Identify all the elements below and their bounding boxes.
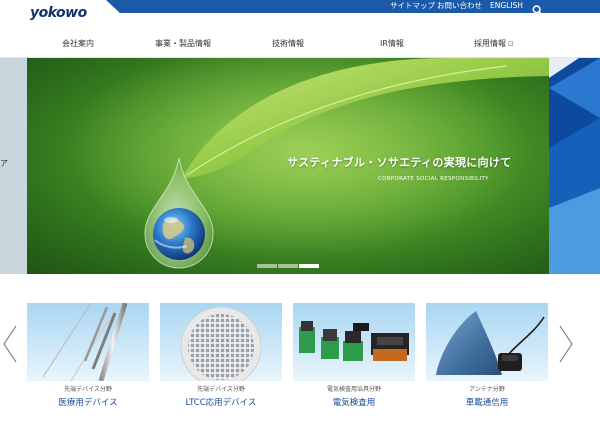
- product-image: [160, 303, 282, 381]
- nav-technology-label: 技術情報: [272, 39, 304, 48]
- english-link[interactable]: ENGLISH: [490, 0, 523, 13]
- carousel-dot-1[interactable]: [257, 264, 277, 268]
- logo[interactable]: yokowo: [30, 5, 87, 21]
- prev-slide-peek[interactable]: ア: [0, 58, 27, 274]
- shark-fin-antenna-image: [426, 303, 548, 381]
- nav-business-products-label: 事業・製品情報: [155, 39, 211, 48]
- nav-technology[interactable]: 技術情報: [272, 38, 304, 49]
- product-name[interactable]: 医療用デバイス: [27, 396, 149, 408]
- product-image: [293, 303, 415, 381]
- product-name[interactable]: 電気検査用: [293, 396, 415, 408]
- chevron-left-icon: [3, 325, 17, 363]
- contact-link[interactable]: お問い合わせ: [437, 0, 482, 13]
- next-products-button[interactable]: [558, 324, 574, 364]
- nav-company[interactable]: 会社案内: [62, 38, 94, 49]
- product-category: 先端デバイス分野: [197, 386, 245, 393]
- product-image: [426, 303, 548, 381]
- sitemap-link[interactable]: サイトマップ: [390, 0, 435, 13]
- chevron-right-icon: [559, 325, 573, 363]
- product-card-ltcc[interactable]: 先端デバイス分野 LTCC応用デバイス: [160, 303, 282, 408]
- hero-subtitle: CORPORATE SOCIAL RESPONSIBILITY: [378, 176, 489, 182]
- next-slide-peek[interactable]: [549, 58, 600, 274]
- nav-company-label: 会社案内: [62, 39, 94, 48]
- carousel-dot-2[interactable]: [278, 264, 298, 268]
- product-carousel: 先端デバイス分野 医療用デバイス 先端デバイス分野 LTCC応用デバイス 電気検…: [0, 274, 600, 428]
- nav-recruit[interactable]: 採用情報 ⊡: [474, 38, 514, 49]
- connector-image: [293, 303, 415, 381]
- product-card-inspection[interactable]: 電気検査用治具分野 電気検査用: [293, 303, 415, 408]
- product-category: アンテナ分野: [469, 386, 505, 393]
- wafer-image: [160, 303, 282, 381]
- carousel-dot-3[interactable]: [299, 264, 319, 268]
- carousel-pagination: [257, 264, 319, 268]
- utility-strip: [106, 0, 600, 13]
- global-navigation: 会社案内 事業・製品情報 技術情報 IR情報 採用情報 ⊡: [0, 22, 600, 58]
- search-button[interactable]: [532, 1, 544, 17]
- nav-business-products[interactable]: 事業・製品情報: [155, 38, 211, 49]
- search-icon: [532, 5, 544, 17]
- nav-ir-label: IR情報: [380, 39, 404, 48]
- blue-geometric-image: [549, 58, 600, 274]
- hero-title: サスティナブル・ソサエティの実現に向けて: [287, 156, 512, 169]
- prev-products-button[interactable]: [2, 324, 18, 364]
- product-card-antenna[interactable]: アンテナ分野 車載通信用: [426, 303, 548, 408]
- hero-carousel: ア サスティナブル・ソサエティの実現に向けて CORPORATE SOCIAL …: [0, 58, 600, 274]
- product-name[interactable]: 車載通信用: [426, 396, 548, 408]
- wire-tubes-image: [27, 303, 149, 381]
- product-category: 先端デバイス分野: [64, 386, 112, 393]
- prev-slide-text: ア: [0, 159, 8, 168]
- nav-recruit-label: 採用情報: [474, 39, 506, 48]
- external-link-icon: ⊡: [508, 40, 514, 48]
- product-name[interactable]: LTCC応用デバイス: [160, 396, 282, 408]
- hero-slide[interactable]: サスティナブル・ソサエティの実現に向けて CORPORATE SOCIAL RE…: [27, 58, 549, 274]
- product-image: [27, 303, 149, 381]
- product-category: 電気検査用治具分野: [326, 386, 381, 393]
- product-card-medical[interactable]: 先端デバイス分野 医療用デバイス: [27, 303, 149, 408]
- nav-ir[interactable]: IR情報: [380, 38, 404, 49]
